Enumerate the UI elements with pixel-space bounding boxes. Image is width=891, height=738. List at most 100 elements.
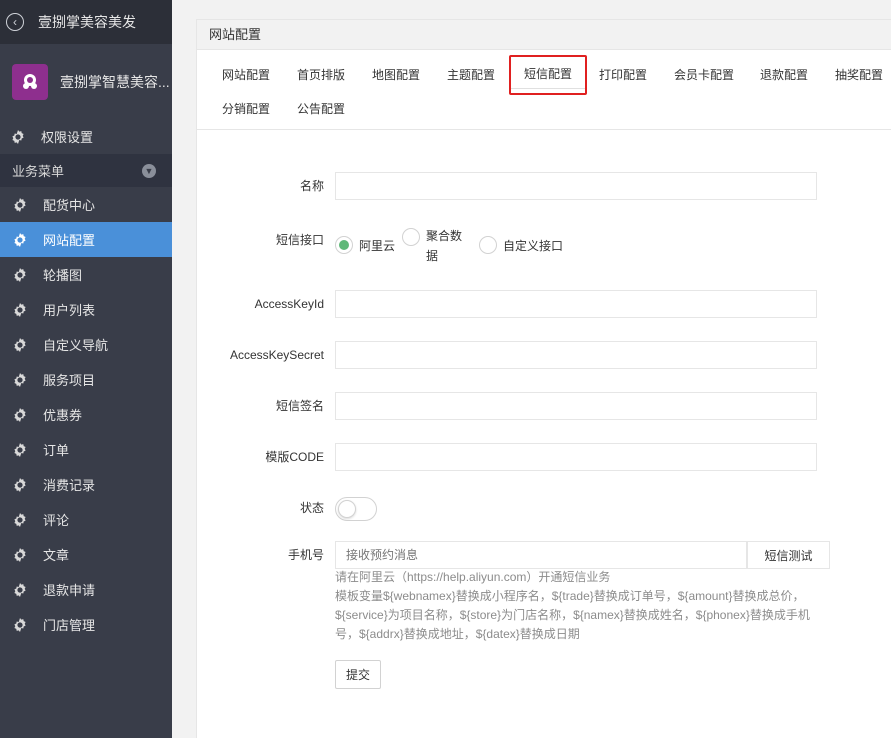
sidebar-item-label: 服务项目 bbox=[43, 373, 96, 388]
sidebar-item-label: 优惠券 bbox=[43, 408, 83, 423]
sidebar-item-7[interactable]: 订单 bbox=[0, 432, 172, 467]
sign-input[interactable] bbox=[335, 392, 817, 420]
name-label: 名称 bbox=[299, 179, 324, 193]
radio-label: 自定义接口 bbox=[503, 238, 564, 253]
gear-icon bbox=[12, 582, 28, 598]
phone-label: 手机号 bbox=[287, 548, 324, 562]
phone-input[interactable] bbox=[335, 541, 747, 569]
submit-button[interactable]: 提交 bbox=[335, 660, 381, 689]
chevron-down-icon[interactable]: ▼ bbox=[142, 163, 156, 178]
radio-juhe[interactable]: 聚合数 据 bbox=[402, 228, 466, 266]
tab-7[interactable]: 退款配置 bbox=[760, 58, 808, 92]
main-panel: 网站配置 网站配置 首页排版 地图配置 主题配置 短信配置 打印配置 会员卡配置 退款配置 抽奖… bbox=[196, 19, 891, 738]
sidebar-item-permissions[interactable]: 权限设置 bbox=[0, 119, 172, 154]
gear-icon bbox=[12, 442, 28, 458]
tab-3[interactable]: 主题配置 bbox=[447, 58, 495, 92]
tab-2[interactable]: 地图配置 bbox=[372, 58, 420, 92]
form-row-status: 状态 bbox=[197, 494, 891, 522]
form-row-name: 名称 bbox=[197, 172, 891, 200]
sidebar-item-0[interactable]: 配货中心 bbox=[0, 187, 172, 222]
sidebar-item-10[interactable]: 文章 bbox=[0, 537, 172, 572]
sidebar-item-9[interactable]: 评论 bbox=[0, 502, 172, 537]
radio-aliyun[interactable]: 阿里云 bbox=[335, 236, 395, 254]
tab-10[interactable]: 公告配置 bbox=[297, 92, 345, 126]
tab-9[interactable]: 分销配置 bbox=[222, 92, 270, 126]
help-text-aliyun: 请在阿里云（https://help.aliyun.com）开通短信业务 bbox=[335, 570, 611, 584]
sidebar-item-label: 消费记录 bbox=[43, 478, 96, 493]
store-info: 壹捌掌智慧美容... bbox=[0, 44, 172, 119]
sidebar-item-label: 评论 bbox=[43, 513, 70, 528]
radio-unchecked-icon bbox=[479, 236, 497, 254]
sidebar-item-8[interactable]: 消费记录 bbox=[0, 467, 172, 502]
form-row-access-key-id: AccessKeyId bbox=[197, 290, 891, 318]
help-text-template-vars: 模板变量${webnamex}替换成小程序名，${trade}替换成订单号，${… bbox=[335, 589, 810, 641]
store-logo bbox=[12, 63, 48, 100]
sms-test-button[interactable]: 短信测试 bbox=[747, 541, 830, 569]
sidebar-item-label: 配货中心 bbox=[43, 198, 96, 213]
tab-8[interactable]: 抽奖配置 bbox=[835, 58, 883, 92]
sidebar-item-1[interactable]: 网站配置 bbox=[0, 222, 172, 257]
sidebar-menu-list: 配货中心网站配置轮播图用户列表自定义导航服务项目优惠券订单消费记录评论文章退款申… bbox=[0, 187, 172, 642]
back-icon[interactable]: ‹ bbox=[6, 13, 24, 31]
radio-custom[interactable]: 自定义接口 bbox=[479, 236, 563, 254]
tab-5[interactable]: 打印配置 bbox=[599, 58, 647, 92]
radio-checked-icon bbox=[335, 236, 353, 254]
sidebar: ‹ 壹捌掌美容美发 壹捌掌智慧美容... 权限设置 业务菜单 ▼ 配货中心网站配… bbox=[0, 0, 172, 738]
form-row-sms-interface: 短信接口 阿里云 聚合数 据 自定义接口 bbox=[197, 226, 891, 270]
sidebar-item-2[interactable]: 轮播图 bbox=[0, 257, 172, 292]
config-tabs: 网站配置 首页排版 地图配置 主题配置 短信配置 打印配置 会员卡配置 退款配置 抽奖配置分销配… bbox=[197, 50, 891, 130]
toggle-knob bbox=[338, 500, 356, 518]
sidebar-item-11[interactable]: 退款申请 bbox=[0, 572, 172, 607]
radio-label: 聚合数 据 bbox=[426, 229, 463, 263]
gear-icon bbox=[10, 129, 26, 145]
access-key-secret-label: AccessKeySecret bbox=[229, 348, 324, 362]
sidebar-header: ‹ 壹捌掌美容美发 bbox=[0, 0, 172, 44]
sidebar-item-label: 订单 bbox=[43, 443, 70, 458]
menu-group-business[interactable]: 业务菜单 ▼ bbox=[0, 154, 172, 187]
gear-icon bbox=[12, 477, 28, 493]
store-name: 壹捌掌智慧美容... bbox=[60, 73, 170, 90]
form-row-template: 模版CODE bbox=[197, 443, 891, 471]
sidebar-item-label: 轮播图 bbox=[43, 268, 83, 283]
sidebar-item-label: 退款申请 bbox=[43, 583, 96, 598]
gear-icon bbox=[12, 267, 28, 283]
access-key-secret-input[interactable] bbox=[335, 341, 817, 369]
menu-group-label: 业务菜单 bbox=[12, 164, 65, 179]
template-input[interactable] bbox=[335, 443, 817, 471]
sidebar-item-6[interactable]: 优惠券 bbox=[0, 397, 172, 432]
access-key-id-label: AccessKeyId bbox=[254, 297, 324, 311]
status-toggle[interactable] bbox=[335, 497, 377, 521]
sign-label: 短信签名 bbox=[275, 399, 324, 413]
form-row-sign: 短信签名 bbox=[197, 392, 891, 420]
tab-4[interactable]: 短信配置 bbox=[509, 55, 588, 95]
sidebar-item-5[interactable]: 服务项目 bbox=[0, 362, 172, 397]
sidebar-item-3[interactable]: 用户列表 bbox=[0, 292, 172, 327]
form-row-access-key-secret: AccessKeySecret bbox=[197, 341, 891, 369]
access-key-id-input[interactable] bbox=[335, 290, 817, 318]
sidebar-item-12[interactable]: 门店管理 bbox=[0, 607, 172, 642]
radio-unchecked-icon bbox=[402, 228, 420, 246]
tab-1[interactable]: 首页排版 bbox=[297, 58, 345, 92]
sidebar-item-label: 自定义导航 bbox=[43, 338, 109, 353]
sidebar-title: 壹捌掌美容美发 bbox=[38, 14, 136, 30]
sidebar-item-label: 文章 bbox=[43, 548, 70, 563]
gear-icon bbox=[12, 407, 28, 423]
template-label: 模版CODE bbox=[265, 450, 324, 464]
sidebar-item-4[interactable]: 自定义导航 bbox=[0, 327, 172, 362]
sms-interface-label: 短信接口 bbox=[275, 233, 324, 247]
sidebar-item-label: 用户列表 bbox=[43, 303, 96, 318]
form-row-phone: 手机号 短信测试 bbox=[197, 541, 891, 569]
gear-icon bbox=[12, 337, 28, 353]
sidebar-item-label: 权限设置 bbox=[41, 130, 94, 145]
status-label: 状态 bbox=[299, 501, 324, 515]
gear-icon bbox=[12, 547, 28, 563]
name-input[interactable] bbox=[335, 172, 817, 200]
gear-icon bbox=[12, 512, 28, 528]
panel-title: 网站配置 bbox=[197, 20, 891, 50]
gear-icon bbox=[12, 302, 28, 318]
gear-icon bbox=[12, 617, 28, 633]
tab-6[interactable]: 会员卡配置 bbox=[674, 58, 734, 92]
sidebar-item-label: 网站配置 bbox=[43, 233, 96, 248]
tab-0[interactable]: 网站配置 bbox=[222, 58, 270, 92]
radio-label: 阿里云 bbox=[359, 238, 396, 253]
